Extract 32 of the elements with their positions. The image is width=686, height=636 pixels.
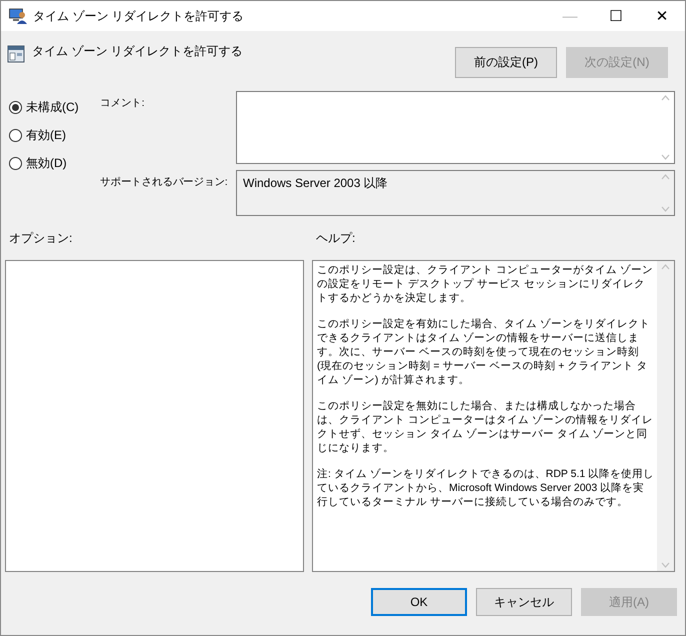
ok-button[interactable]: OK bbox=[371, 588, 467, 616]
window-title: タイム ゾーン リダイレクトを許可する bbox=[33, 8, 245, 24]
cancel-button[interactable]: キャンセル bbox=[476, 588, 572, 616]
scroll-up-icon[interactable] bbox=[661, 264, 670, 270]
comment-field[interactable] bbox=[236, 91, 675, 164]
radio-label[interactable]: 有効(E) bbox=[26, 127, 66, 144]
scroll-down-icon[interactable] bbox=[661, 206, 670, 212]
help-paragraph: このポリシー設定を無効にした場合、または構成しなかった場合は、クライアント コンピューターはタイム ゾーンの情報をリダイレクトせず、セッション タイム ゾーンはサーバー タイム ゾーンと同じになります。 bbox=[317, 399, 654, 455]
computer-user-icon bbox=[9, 8, 27, 24]
policy-title: タイム ゾーン リダイレクトを許可する bbox=[32, 43, 244, 60]
radio-button[interactable] bbox=[9, 157, 22, 170]
options-label: オプション: bbox=[8, 230, 74, 247]
radio-label[interactable]: 無効(D) bbox=[26, 155, 67, 172]
scroll-down-icon[interactable] bbox=[661, 562, 670, 568]
radio-button[interactable] bbox=[9, 129, 22, 142]
previous-setting-button[interactable]: 前の設定(P) bbox=[455, 47, 557, 78]
help-paragraph: このポリシー設定は、クライアント コンピューターがタイム ゾーンの設定をリモート デスクトップ サービス セッションにリダイレクトするかどうかを決定します。 bbox=[317, 263, 654, 305]
radio-button[interactable] bbox=[9, 101, 22, 114]
close-button[interactable]: ✕ bbox=[639, 1, 685, 31]
maximize-button[interactable]: ☐ bbox=[593, 1, 639, 31]
policy-setting-icon bbox=[7, 45, 25, 63]
scroll-down-icon[interactable] bbox=[661, 154, 670, 160]
supported-version-value: Windows Server 2003 以降 bbox=[242, 175, 389, 192]
help-paragraph: このポリシー設定を有効にした場合、タイム ゾーンをリダイレクトできるクライアントはタイム ゾーンの情報をサーバーに送信します。次に、サーバー ベースの時刻を使って現在のセッション時刻 (現在のセッション時刻 = サーバー ベースの時刻 + クライアント タイム ゾーン) が計算されます。 bbox=[317, 317, 651, 387]
radio-label[interactable]: 未構成(C) bbox=[26, 99, 79, 116]
scroll-up-icon[interactable] bbox=[661, 174, 670, 180]
scroll-up-icon[interactable] bbox=[661, 95, 670, 101]
supported-version-label: サポートされるバージョン: bbox=[100, 175, 228, 190]
help-paragraph: 注: タイム ゾーンをリダイレクトできるのは、RDP 5.1 以降を使用しているクライアントから、Microsoft Windows Server 2003 以降を実行しているターミナル サーバーに接続している場合のみです。 bbox=[317, 467, 655, 509]
scrollbar[interactable] bbox=[657, 261, 674, 571]
help-label: ヘルプ: bbox=[315, 230, 356, 247]
comment-label: コメント: bbox=[100, 96, 144, 111]
